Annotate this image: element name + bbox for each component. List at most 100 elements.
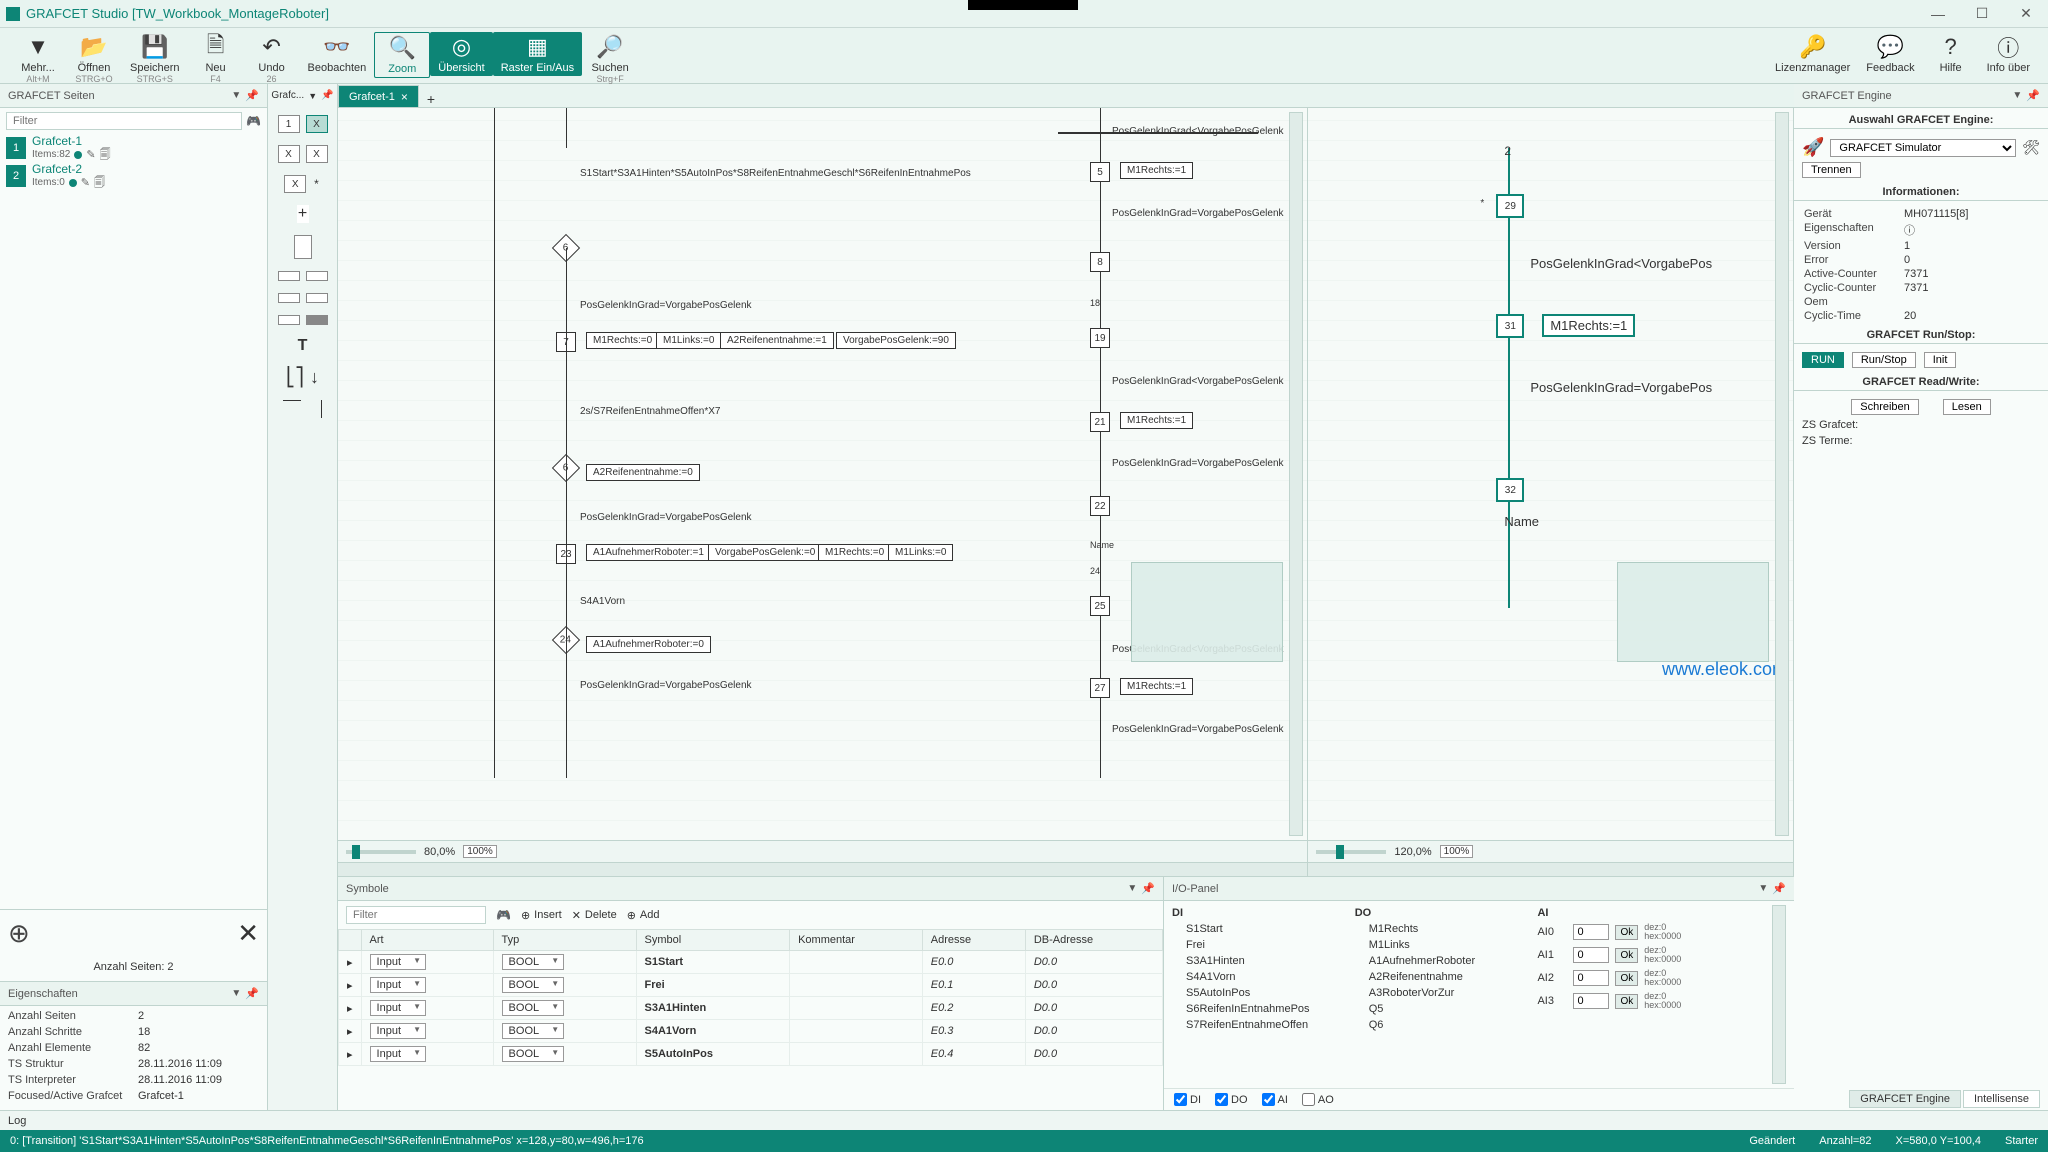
- page-item[interactable]: 1 Grafcet-1 Items:82 ✎ 🗐: [0, 134, 267, 162]
- pages-filter-input[interactable]: [6, 112, 242, 130]
- stencil-tab[interactable]: Grafc...▼📌: [265, 88, 339, 103]
- tool-undo[interactable]: ↶Undo26: [244, 32, 300, 86]
- delete-page-button[interactable]: ✕: [237, 918, 259, 949]
- tool-watch[interactable]: 👓Beobachten: [300, 32, 375, 76]
- io-check[interactable]: DI: [1174, 1093, 1201, 1106]
- engine-select[interactable]: GRAFCET Simulator: [1830, 139, 2016, 157]
- ai-input[interactable]: [1573, 993, 1609, 1009]
- action-box[interactable]: A2Reifenentnahme:=1: [720, 332, 834, 349]
- gamepad-icon[interactable]: 🎮: [496, 908, 511, 922]
- ok-button[interactable]: Ok: [1615, 948, 1638, 963]
- stencil-bar5[interactable]: [278, 315, 300, 325]
- di-item[interactable]: S3A1Hinten: [1172, 953, 1345, 969]
- action-box[interactable]: M1Rechts:=1: [1120, 678, 1193, 695]
- di-item[interactable]: S1Start: [1172, 921, 1345, 937]
- art-select[interactable]: Input: [370, 954, 426, 970]
- write-button[interactable]: Schreiben: [1851, 399, 1919, 415]
- tab-engine[interactable]: GRAFCET Engine: [1849, 1090, 1961, 1108]
- di-item[interactable]: S5AutoInPos: [1172, 985, 1345, 1001]
- ok-button[interactable]: Ok: [1615, 994, 1638, 1009]
- minimize-button[interactable]: —: [1928, 4, 1948, 24]
- init-button[interactable]: Init: [1924, 352, 1957, 368]
- art-select[interactable]: Input: [370, 1046, 426, 1062]
- do-item[interactable]: Q6: [1355, 1017, 1528, 1033]
- do-item[interactable]: A2Reifenentnahme: [1355, 969, 1528, 985]
- stencil-step[interactable]: 1: [278, 115, 300, 133]
- tool-zoom[interactable]: 🔍Zoom: [374, 32, 430, 78]
- tool-grid[interactable]: ▦Raster Ein/Aus: [493, 32, 582, 76]
- stencil-step-x[interactable]: X: [306, 115, 328, 133]
- canvas-grafcet-2[interactable]: 2 * 29 PosGelenkInGrad<VorgabePos 31 M1R…: [1308, 108, 1793, 840]
- tool-new[interactable]: 🗎NeuF4: [188, 32, 244, 86]
- typ-select[interactable]: BOOL: [502, 1046, 565, 1062]
- do-item[interactable]: A1AufnehmerRoboter: [1355, 953, 1528, 969]
- stencil-step2[interactable]: X: [278, 145, 300, 163]
- stencil-macro[interactable]: X: [284, 175, 306, 193]
- tool-help[interactable]: ?Hilfe: [1923, 32, 1979, 76]
- stencil-bar6[interactable]: [306, 315, 328, 325]
- do-item[interactable]: M1Links: [1355, 937, 1528, 953]
- typ-select[interactable]: BOOL: [502, 954, 565, 970]
- step-node[interactable]: 8: [1090, 252, 1110, 272]
- action-box[interactable]: M1Rechts:=1: [1542, 314, 1635, 337]
- stencil-bar3[interactable]: [278, 293, 300, 303]
- gear-icon[interactable]: 🛠: [2022, 139, 2040, 156]
- action-box[interactable]: A1AufnehmerRoboter:=1: [586, 544, 711, 561]
- art-select[interactable]: Input: [370, 977, 426, 993]
- tool-more[interactable]: ▼Mehr...Alt+M: [10, 32, 66, 86]
- action-box[interactable]: A1AufnehmerRoboter:=0: [586, 636, 711, 653]
- table-row[interactable]: ▸ Input BOOL S3A1HintenE0.2D0.0: [339, 997, 1163, 1020]
- add-page-button[interactable]: ⊕: [8, 918, 30, 949]
- action-box[interactable]: M1Rechts:=1: [1120, 412, 1193, 429]
- disconnect-button[interactable]: Trennen: [1802, 162, 1861, 178]
- read-button[interactable]: Lesen: [1943, 399, 1991, 415]
- action-box[interactable]: VorgabePosGelenk:=0: [708, 544, 822, 561]
- typ-select[interactable]: BOOL: [502, 1000, 565, 1016]
- di-item[interactable]: S4A1Vorn: [1172, 969, 1345, 985]
- maximize-button[interactable]: ☐: [1972, 4, 1992, 24]
- ai-input[interactable]: [1573, 947, 1609, 963]
- stencil-enclose[interactable]: [294, 235, 312, 259]
- step-node[interactable]: 22: [1090, 496, 1110, 516]
- step-node[interactable]: 32: [1496, 478, 1524, 502]
- transition-text[interactable]: S1Start*S3A1Hinten*S5AutoInPos*S8ReifenE…: [580, 168, 971, 179]
- do-item[interactable]: M1Rechts: [1355, 921, 1528, 937]
- tool-about[interactable]: ⓘInfo über: [1979, 32, 2038, 76]
- stencil-step3[interactable]: X: [306, 145, 328, 163]
- stencil-hline[interactable]: [283, 400, 301, 401]
- action-box[interactable]: M1Links:=0: [656, 332, 721, 349]
- step-node[interactable]: 27: [1090, 678, 1110, 698]
- ai-input[interactable]: [1573, 924, 1609, 940]
- tab-grafcet-1[interactable]: Grafcet-1×: [338, 85, 419, 107]
- tool-open[interactable]: 📂ÖffnenSTRG+O: [66, 32, 122, 86]
- scrollbar-v[interactable]: [1772, 905, 1786, 1084]
- add-tab-button[interactable]: +: [421, 91, 441, 107]
- stencil-text[interactable]: T: [298, 337, 308, 355]
- log-row[interactable]: Log: [0, 1110, 2048, 1130]
- di-item[interactable]: S7ReifenEntnahmeOffen: [1172, 1017, 1345, 1033]
- stencil-bracket[interactable]: ⎣⎤: [286, 367, 304, 388]
- close-icon[interactable]: ×: [401, 90, 408, 104]
- action-box[interactable]: VorgabePosGelenk:=90: [836, 332, 956, 349]
- action-box[interactable]: M1Rechts:=0: [586, 332, 659, 349]
- step-node[interactable]: 31: [1496, 314, 1524, 338]
- stencil-bar2[interactable]: [306, 271, 328, 281]
- zoom-slider[interactable]: [346, 850, 416, 854]
- zoom-slider[interactable]: [1316, 850, 1386, 854]
- art-select[interactable]: Input: [370, 1000, 426, 1016]
- scrollbar-v[interactable]: [1289, 112, 1303, 836]
- minimap[interactable]: [1131, 562, 1283, 662]
- typ-select[interactable]: BOOL: [502, 1023, 565, 1039]
- step-node[interactable]: 25: [1090, 596, 1110, 616]
- di-item[interactable]: S6ReifenInEntnahmePos: [1172, 1001, 1345, 1017]
- do-item[interactable]: A3RoboterVorZur: [1355, 985, 1528, 1001]
- do-item[interactable]: Q5: [1355, 1001, 1528, 1017]
- pin-icon[interactable]: 📌: [1141, 882, 1155, 895]
- gamepad-icon[interactable]: 🎮: [246, 114, 261, 128]
- table-row[interactable]: ▸ Input BOOL S1StartE0.0D0.0: [339, 951, 1163, 974]
- tool-overview[interactable]: ◎Übersicht: [430, 32, 492, 76]
- table-row[interactable]: ▸ Input BOOL S4A1VornE0.3D0.0: [339, 1020, 1163, 1043]
- io-check[interactable]: AO: [1302, 1093, 1334, 1106]
- ok-button[interactable]: Ok: [1615, 971, 1638, 986]
- action-box[interactable]: M1Rechts:=0: [818, 544, 891, 561]
